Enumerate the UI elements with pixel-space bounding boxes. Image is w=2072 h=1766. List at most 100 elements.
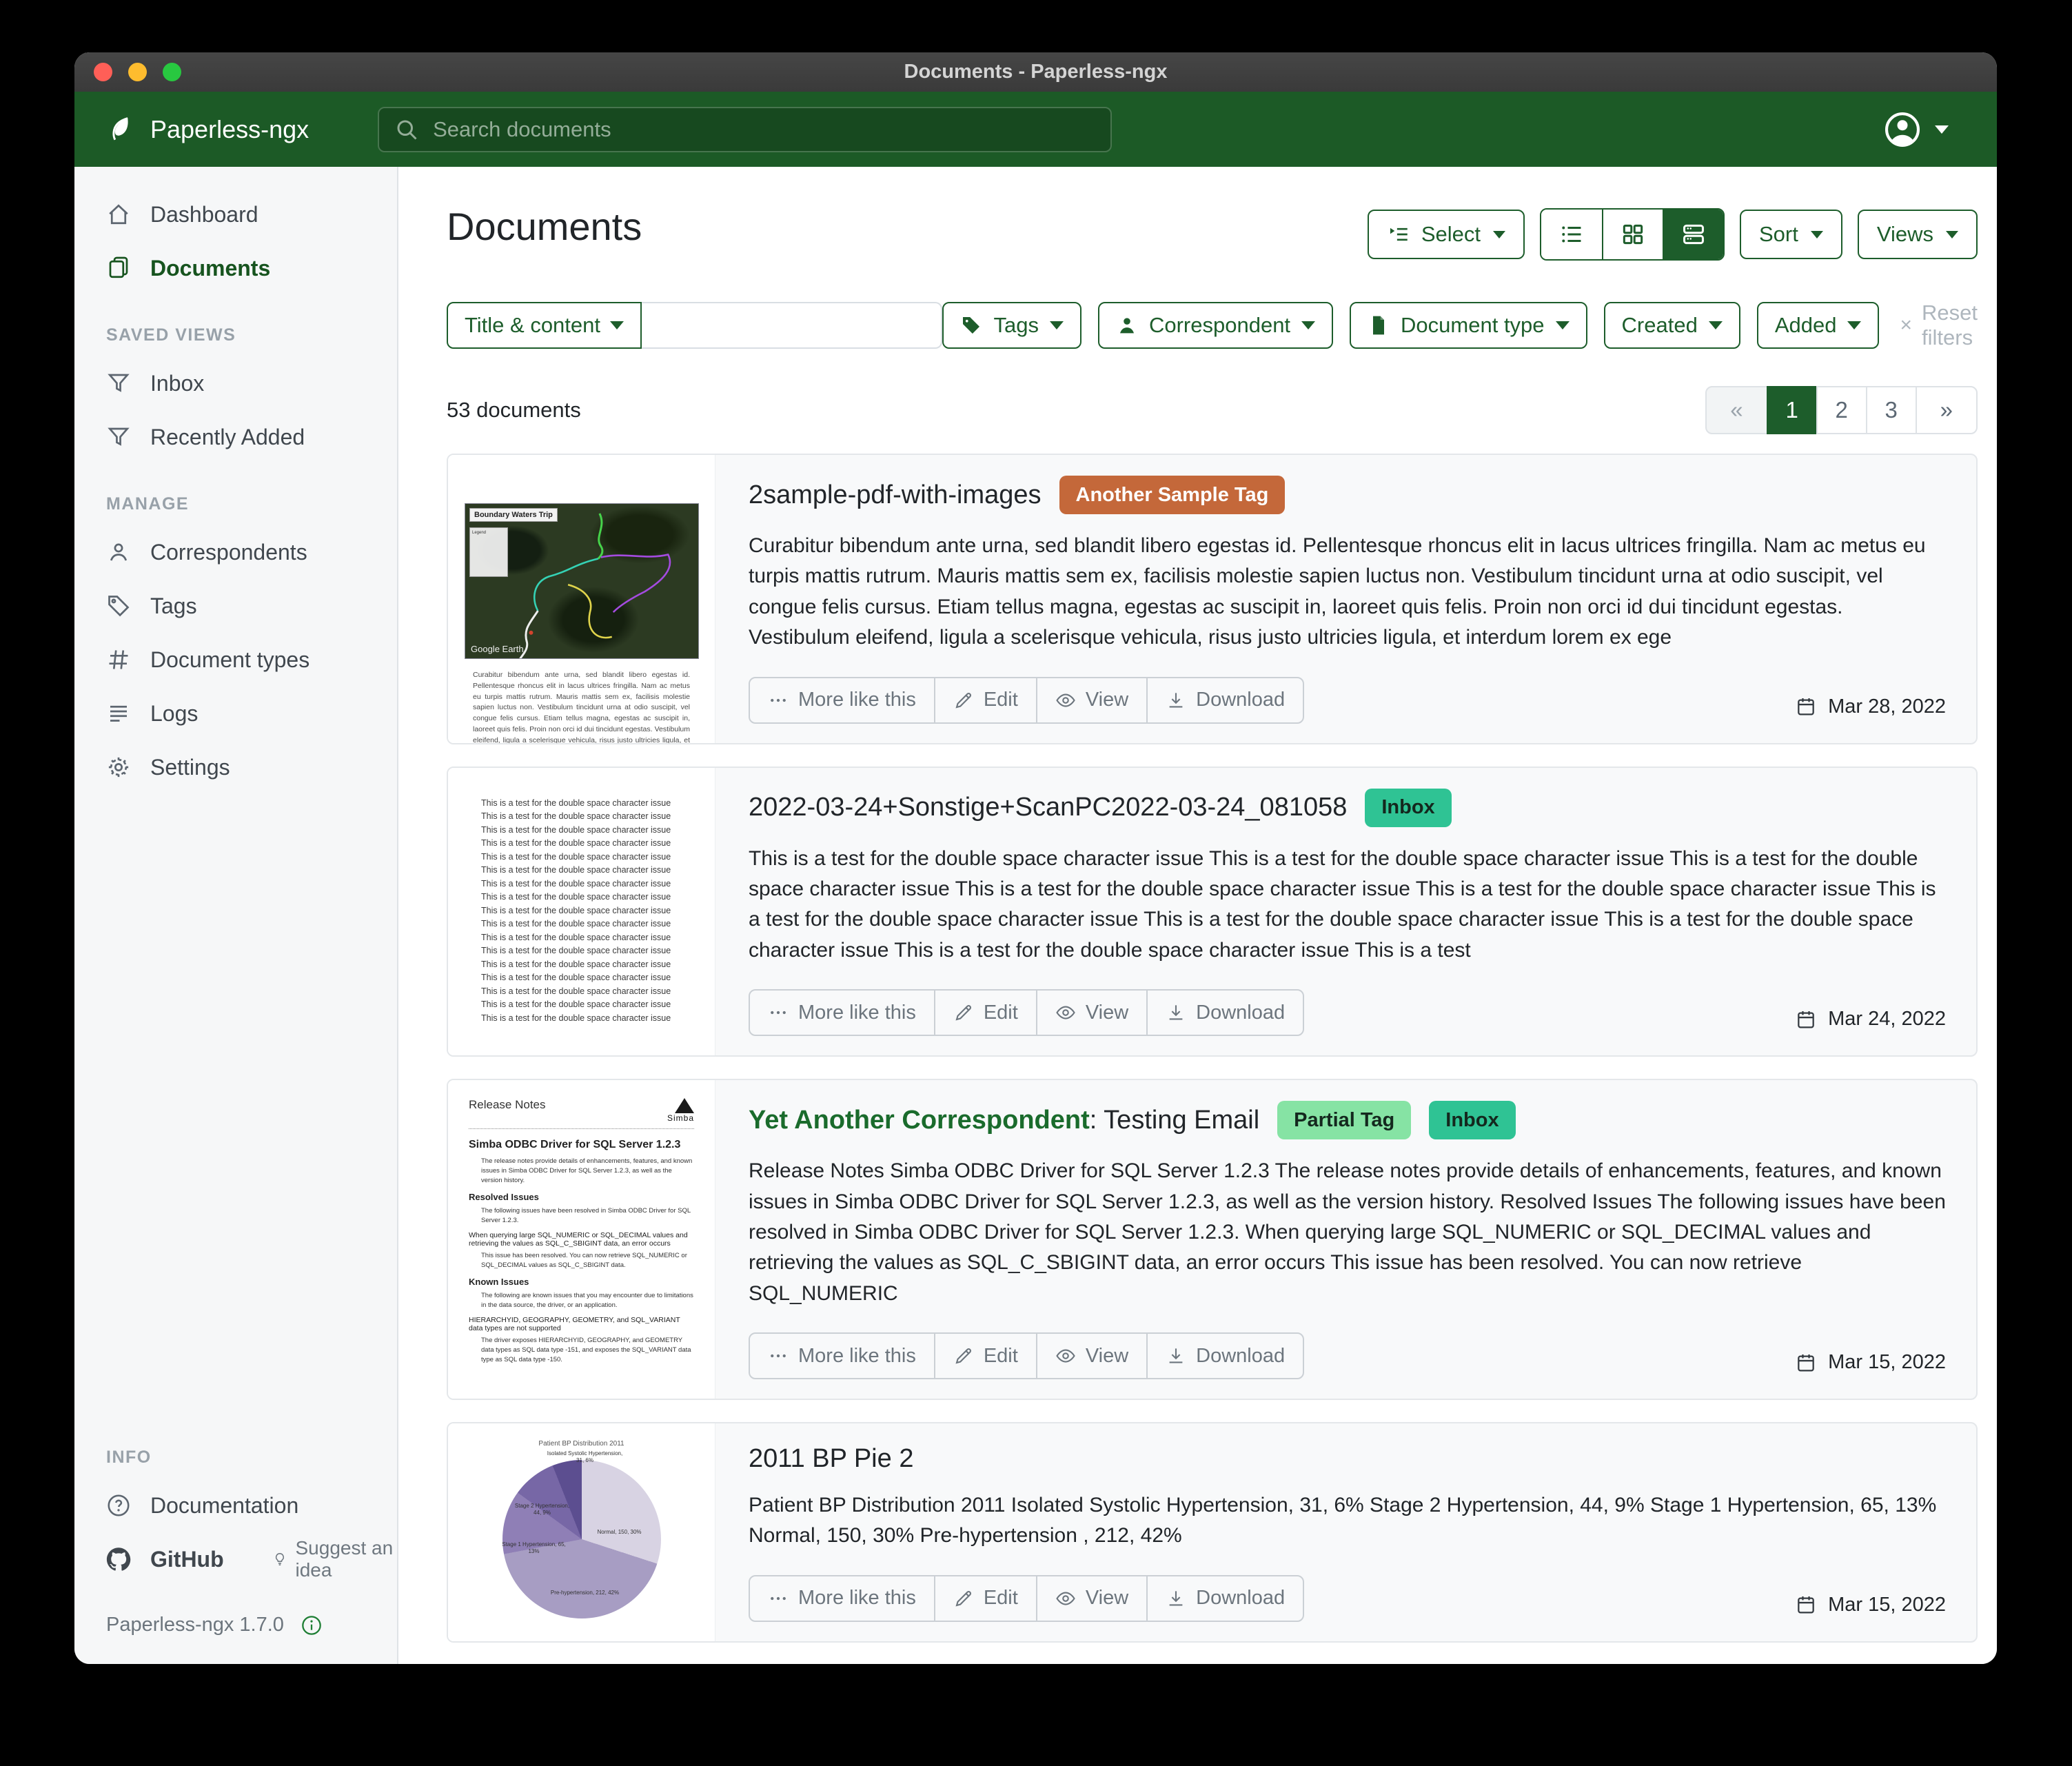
sidebar-item-documents[interactable]: Documents	[74, 241, 397, 295]
views-dropdown-button[interactable]: Views	[1858, 210, 1978, 259]
document-card[interactable]: This is a test for the double space char…	[447, 767, 1978, 1057]
detail-view-button[interactable]	[1663, 210, 1723, 259]
more-like-this-button[interactable]: More like this	[750, 991, 934, 1035]
eye-icon	[1055, 690, 1076, 711]
chevron-down-icon	[1811, 231, 1823, 238]
sidebar-item-inbox[interactable]: Inbox	[74, 356, 397, 410]
sidebar-item-github[interactable]: GitHub	[74, 1532, 245, 1586]
document-card[interactable]: Boundary Waters Trip Legend Google Earth…	[447, 454, 1978, 744]
view-button[interactable]: View	[1036, 678, 1146, 722]
hash-icon	[106, 647, 131, 672]
page-button-current[interactable]: 1	[1767, 386, 1818, 434]
tag-badge[interactable]: Inbox	[1365, 789, 1451, 827]
view-button[interactable]: View	[1036, 1334, 1146, 1378]
document-thumbnail[interactable]: This is a test for the double space char…	[448, 768, 715, 1056]
list-view-button[interactable]	[1541, 210, 1602, 259]
sidebar-item-label: Inbox	[150, 371, 204, 396]
download-button[interactable]: Download	[1146, 991, 1303, 1035]
eye-icon	[1055, 1588, 1076, 1609]
filter-bar: Title & content Tags Correspondent	[447, 301, 1978, 350]
document-date: Mar 15, 2022	[1795, 1351, 1946, 1374]
document-card[interactable]: Patient BP Distribution 2011 Isolated Sy…	[447, 1422, 1978, 1643]
close-window-button[interactable]	[94, 63, 112, 81]
document-title[interactable]: 2sample-pdf-with-images	[749, 480, 1042, 510]
sidebar-item-tags[interactable]: Tags	[74, 579, 397, 633]
sidebar-item-label: Tags	[150, 593, 197, 619]
simba-logo: Simba	[667, 1098, 694, 1123]
sidebar-item-dashboard[interactable]: Dashboard	[74, 187, 397, 241]
filter-created-button[interactable]: Created	[1604, 302, 1740, 349]
page-button[interactable]: «	[1705, 386, 1767, 434]
document-title[interactable]: 2022-03-24+Sonstige+ScanPC2022-03-24_081…	[749, 793, 1347, 822]
download-button[interactable]: Download	[1146, 678, 1303, 722]
main-content: Documents Select Sort	[398, 167, 1997, 1664]
filter-added-button[interactable]: Added	[1757, 302, 1880, 349]
document-description: Curabitur bibendum ante urna, sed blandi…	[749, 531, 1946, 653]
select-icon	[1387, 223, 1410, 246]
more-like-this-button[interactable]: More like this	[750, 1334, 934, 1378]
person-icon	[106, 540, 131, 565]
edit-button[interactable]: Edit	[934, 991, 1036, 1035]
grid-view-button[interactable]	[1602, 210, 1663, 259]
document-title[interactable]: Yet Another Correspondent: Testing Email	[749, 1106, 1259, 1135]
edit-button[interactable]: Edit	[934, 678, 1036, 722]
tag-badge[interactable]: Inbox	[1429, 1101, 1515, 1139]
filter-created-label: Created	[1622, 313, 1698, 338]
filter-document-type-button[interactable]: Document type	[1350, 302, 1587, 349]
app-window: Documents - Paperless-ngx Paperless-ngx …	[74, 52, 1997, 1664]
filter-field-label: Title & content	[465, 313, 600, 338]
three-dots-icon	[768, 1346, 789, 1366]
document-date: Mar 15, 2022	[1795, 1594, 1946, 1616]
tag-badge[interactable]: Partial Tag	[1277, 1101, 1411, 1139]
sort-dropdown-button[interactable]: Sort	[1740, 210, 1842, 259]
document-thumbnail[interactable]: Boundary Waters Trip Legend Google Earth…	[448, 455, 715, 743]
gear-icon	[106, 755, 131, 780]
zoom-window-button[interactable]	[163, 63, 181, 81]
page-button[interactable]: 2	[1816, 386, 1867, 434]
download-button[interactable]: Download	[1146, 1334, 1303, 1378]
minimize-window-button[interactable]	[128, 63, 147, 81]
sidebar-item-documentation[interactable]: Documentation	[74, 1479, 397, 1532]
select-dropdown-button[interactable]: Select	[1368, 210, 1525, 259]
chevron-down-icon	[1709, 321, 1723, 329]
filter-tags-button[interactable]: Tags	[942, 302, 1081, 349]
user-menu[interactable]	[1882, 110, 1949, 150]
pie-chart-title: Patient BP Distribution 2011	[459, 1440, 704, 1448]
correspondent-link[interactable]: Yet Another Correspondent	[749, 1106, 1090, 1135]
thumbnail-page: Release Notes Simba Simba ODBC Driver fo…	[448, 1080, 715, 1399]
sidebar-item-document-types[interactable]: Document types	[74, 633, 397, 687]
filter-query-input[interactable]	[642, 302, 942, 349]
document-title[interactable]: 2011 BP Pie 2	[749, 1444, 913, 1474]
search-input[interactable]	[378, 107, 1112, 152]
chevron-down-icon	[610, 321, 624, 329]
download-button[interactable]: Download	[1146, 1576, 1303, 1621]
view-button[interactable]: View	[1036, 991, 1146, 1035]
sidebar-item-settings[interactable]: Settings	[74, 740, 397, 794]
document-thumbnail[interactable]: Patient BP Distribution 2011 Isolated Sy…	[448, 1423, 715, 1641]
view-button[interactable]: View	[1036, 1576, 1146, 1621]
thumbnail-page: This is a test for the double space char…	[448, 768, 715, 1056]
suggest-idea-link[interactable]: Suggest an idea	[272, 1537, 397, 1581]
map-credit: Google Earth	[471, 644, 524, 654]
window-title: Documents - Paperless-ngx	[904, 61, 1168, 83]
more-like-this-button[interactable]: More like this	[750, 678, 934, 722]
tag-badge[interactable]: Another Sample Tag	[1059, 476, 1286, 514]
sidebar-item-correspondents[interactable]: Correspondents	[74, 525, 397, 579]
page-button[interactable]: 3	[1866, 386, 1917, 434]
thumbnail-page: Boundary Waters Trip Legend Google Earth…	[448, 455, 715, 743]
document-card[interactable]: Release Notes Simba Simba ODBC Driver fo…	[447, 1079, 1978, 1400]
edit-button[interactable]: Edit	[934, 1334, 1036, 1378]
download-icon	[1166, 690, 1186, 711]
filter-field-dropdown[interactable]: Title & content	[447, 302, 642, 349]
sidebar-item-recently-added[interactable]: Recently Added	[74, 410, 397, 464]
map-legend: Legend	[469, 527, 508, 577]
more-like-this-button[interactable]: More like this	[750, 1576, 934, 1621]
page-button[interactable]: »	[1916, 386, 1978, 434]
edit-button[interactable]: Edit	[934, 1576, 1036, 1621]
document-thumbnail[interactable]: Release Notes Simba Simba ODBC Driver fo…	[448, 1080, 715, 1399]
brand[interactable]: Paperless-ngx	[106, 114, 309, 145]
reset-filters-button[interactable]: × Reset filters	[1900, 301, 1978, 350]
info-circle-icon[interactable]	[301, 1614, 323, 1636]
sidebar-item-logs[interactable]: Logs	[74, 687, 397, 740]
filter-correspondent-button[interactable]: Correspondent	[1098, 302, 1333, 349]
